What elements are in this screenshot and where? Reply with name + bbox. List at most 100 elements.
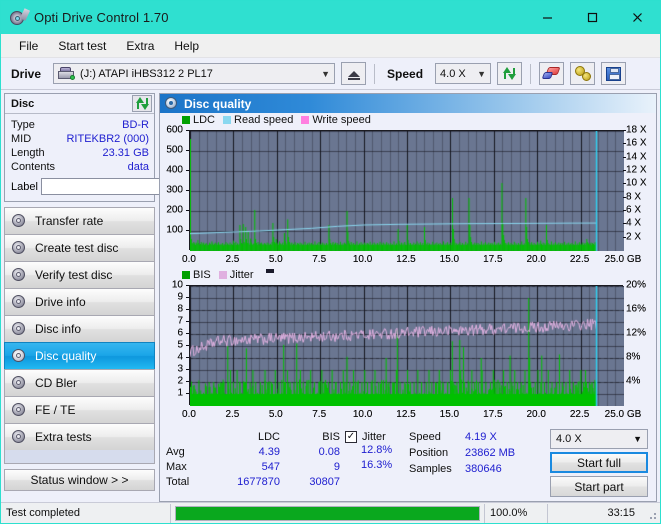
eject-button[interactable] [341,62,367,85]
status-window-button[interactable]: Status window > > [4,469,155,491]
disc-extra-icon [12,430,26,444]
legend-swatch-jitter [218,270,227,279]
stats-row-total-label: Total [166,475,190,488]
jitter-checkbox[interactable]: ✓ [345,430,357,443]
x-tick-label: 0.0 [182,409,196,420]
ldc-x-axis-labels: 0.0 2.5 5.0 7.5 10.0 12.5 15.0 17.5 20.0 22.5 25.0… [160,254,656,268]
y-tick-label: 2 [177,375,183,387]
bis-plot-area[interactable]: 1 2 3 4 5 6 7 8 9 10 1 2 3 4 5 6 7 8 9 10 4% 8% 12% 16% 20% 4% 8%… [160,280,656,409]
stats-row-max-ldc: 547 [261,460,280,473]
x-tick-label: 7.5 [312,409,327,420]
menu-file[interactable]: File [9,36,48,56]
y2-tick-label: 16 X [626,137,647,149]
y-tick [186,150,189,151]
sidebar-item-label: Disc quality [35,349,97,363]
save-button[interactable] [601,62,627,85]
sidebar-item-label: Extra tests [35,430,92,444]
sidebar-item-label: Verify test disc [35,268,113,282]
y-tick-label: 1 [177,387,183,399]
start-full-button[interactable]: Start full [550,452,648,473]
jitter-max-value: 16.3% [361,459,393,471]
sidebar-item-create-test-disc[interactable]: Create test disc [4,234,155,261]
sidebar-item-extra-tests[interactable]: Extra tests [4,423,155,450]
window-title: Opti Drive Control 1.70 [34,10,169,25]
close-icon[interactable] [615,1,660,34]
menu-help[interactable]: Help [164,36,209,56]
nav-list: Transfer rate Create test disc Verify te… [4,207,155,464]
sidebar-item-label: Disc info [35,322,82,336]
x-tick-label: 17.5 [483,409,503,420]
legend-entry-write-speed: Write speed [301,114,371,126]
refresh-button[interactable] [497,62,523,85]
x-tick-label: 15.0 [439,409,460,420]
jitter-avg-value: 12.8% [361,444,393,456]
stats-header-bis: BIS [322,430,340,443]
sidebar-item-fe-te[interactable]: FE / TE [4,396,155,423]
x-tick-label: 10.0 [352,254,373,265]
test-speed-select[interactable]: 4.0 X ▼ [550,429,648,449]
disc-row-length-label: Length [11,147,45,159]
chevron-down-icon: ▼ [321,68,331,79]
sidebar-item-label: Create test disc [35,241,119,255]
speed-select[interactable]: 4.0 X ▼ [435,63,492,84]
optical-drive-icon [58,67,76,80]
measure-speed-row: Speed 4.19 X [409,429,539,445]
y2-tick-label: 2 X [626,231,642,243]
y-tick [186,321,189,322]
y-tick-label: 500 [166,144,183,156]
sidebar-item-cd-bler[interactable]: CD Bler [4,369,155,396]
sidebar-item-verify-test-disc[interactable]: Verify test disc [4,261,155,288]
disc-bler-icon [12,376,26,390]
sidebar-item-disc-quality[interactable]: Disc quality [4,342,155,369]
progress-cell [171,504,484,523]
disc-check-icon [12,268,26,282]
ldc-plot-area[interactable]: 100 200 300 400 500 600 100 200 300 400 500 600 2 X… [160,125,656,254]
refresh-icon [502,66,517,81]
progress-bar [175,505,480,521]
legend-entry-bis: BIS [182,269,211,281]
sidebar-item-drive-info[interactable]: Drive info [4,288,155,315]
resize-grip-icon[interactable] [643,506,657,520]
menu-extra[interactable]: Extra [116,36,164,56]
drive-select[interactable]: (J:) ATAPI iHBS312 2 PL17 ▼ [53,63,336,84]
erase-button[interactable] [539,62,565,85]
drive-toolbar: Drive (J:) ATAPI iHBS312 2 PL17 ▼ Speed … [1,58,660,90]
y-tick [186,333,189,334]
y-tick-label: 300 [166,184,183,196]
x-tick-label: 12.5 [396,254,416,265]
sidebar-item-label: Transfer rate [35,214,104,228]
disc-row-contents-value: data [127,161,149,173]
minimize-icon[interactable] [525,1,570,34]
disc-row-mid-value: RITEKBR2 (000) [66,133,149,145]
title-bar: Opti Drive Control 1.70 [1,1,660,34]
x-tick-label: 5.0 [268,409,283,420]
bis-plot [189,285,624,406]
menu-start-test[interactable]: Start test [48,36,116,56]
measure-position-row: Position 23862 MB [409,445,539,461]
legend-swatch-write-speed [301,115,310,124]
y2-tick-label: 12% [626,327,647,339]
ldc-y2-axis-labels: 2 X4 X6 X8 X 10 X 12 X 14 X 16 X 18 X2 X4 X6 … [623,125,655,254]
body: Disc Type BD-R MID RITEKBR2 (000) Length… [1,90,660,502]
legend-label-bis: BIS [193,268,211,281]
settings-button[interactable] [570,62,596,85]
sidebar-item-label: FE / TE [35,403,76,417]
ldc-plot [189,130,624,251]
sidebar-item-label: CD Bler [35,376,78,390]
sidebar-item-disc-info[interactable]: Disc info [4,315,155,342]
x-tick-label: 20.0 [526,409,546,420]
y2-tick [623,143,626,145]
scale-marker-icon[interactable] [265,269,274,273]
jitter-column: ✓ Jitter 12.8% 16.3% [341,429,409,497]
maximize-icon[interactable] [570,1,615,34]
start-part-button[interactable]: Start part [550,476,648,497]
main-panel: Disc quality LDC Read speed Write speed … [158,90,660,502]
disc-label-caption: Label [11,180,38,193]
stats-row-total-ldc: 1677870 [237,475,280,488]
y2-tick [623,236,626,238]
legend-swatch-read-speed [223,115,232,124]
sidebar-item-transfer-rate[interactable]: Transfer rate [4,207,155,234]
speed-select-value: 4.0 X [440,67,466,80]
stats-row-total: Total 1677870 30807 [166,474,341,489]
disc-refresh-button[interactable] [132,95,152,112]
